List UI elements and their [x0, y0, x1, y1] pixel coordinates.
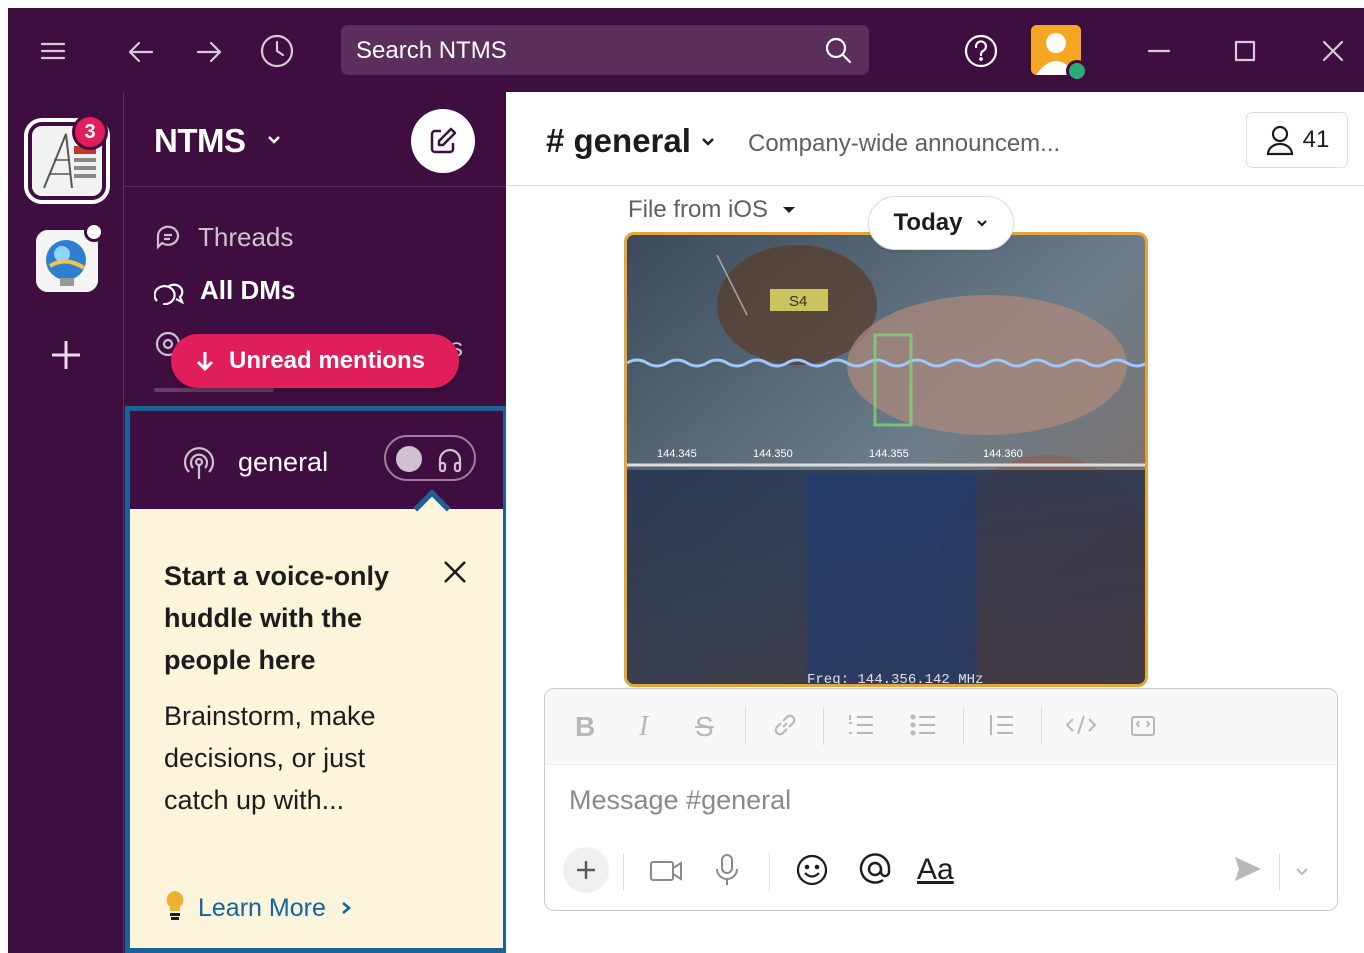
forward-arrow-icon[interactable]	[191, 34, 227, 70]
toggle-knob	[396, 446, 422, 472]
caret-down-icon	[783, 207, 796, 213]
chevron-right-icon	[340, 894, 352, 923]
lightbulb-icon	[164, 889, 186, 928]
help-icon[interactable]	[962, 32, 1000, 70]
channel-name-label: general	[238, 447, 329, 477]
learn-more-label: Learn More	[198, 894, 326, 922]
channel-sidebar: NTMS Threads All DMs s Unread mentions g…	[123, 92, 508, 953]
title-bar: Search NTMS	[8, 8, 1364, 92]
sidebar-divider	[124, 186, 507, 187]
sidebar-item-general[interactable]: general	[125, 406, 508, 510]
toolbar-separator	[1279, 853, 1280, 891]
attach-plus-button[interactable]	[563, 847, 609, 893]
photo-tick-label: 144.355	[869, 448, 909, 460]
shared-photo[interactable]: S4 144.345 144.350 144.355 144.360 Freq:…	[624, 232, 1148, 687]
plus-icon	[577, 861, 595, 879]
channel-title[interactable]: # general	[546, 122, 691, 160]
channel-header: # general Company-wide announcem... 41	[506, 92, 1364, 186]
photo-freq-label: Freq: 144.356.142 MHz	[807, 672, 983, 687]
photo-tick-label: 144.360	[983, 448, 1023, 460]
formatting-toggle[interactable]: Aa	[917, 853, 954, 887]
unread-mentions-label: Unread mentions	[229, 347, 426, 374]
unread-mentions-button[interactable]: Unread mentions	[171, 334, 459, 388]
file-source-label[interactable]: File from iOS	[628, 196, 796, 224]
code-icon[interactable]	[1065, 711, 1097, 746]
toolbar-separator	[745, 707, 746, 745]
hamburger-menu-icon[interactable]	[38, 36, 68, 66]
huddle-toggle[interactable]	[384, 435, 476, 481]
video-clip-icon[interactable]	[649, 857, 683, 890]
workspace-activity-dot	[84, 222, 104, 242]
message-input[interactable]: Message #general	[569, 785, 791, 816]
date-divider-pill[interactable]: Today	[868, 196, 1014, 250]
history-clock-icon[interactable]	[258, 32, 296, 70]
bullet-list-icon[interactable]	[909, 711, 937, 746]
search-placeholder: Search NTMS	[356, 37, 507, 64]
search-bar[interactable]: Search NTMS	[341, 25, 869, 75]
sidebar-item-label: All DMs	[200, 275, 296, 305]
compose-icon	[430, 127, 457, 154]
mention-icon[interactable]	[857, 851, 893, 892]
close-window-icon[interactable]	[1318, 36, 1348, 66]
italic-icon[interactable]: I	[639, 711, 648, 743]
headphones-icon	[436, 446, 464, 479]
search-icon[interactable]	[823, 35, 853, 65]
file-source-text: File from iOS	[628, 196, 769, 223]
date-label: Today	[893, 209, 963, 236]
toolbar-separator	[769, 853, 770, 891]
link-icon[interactable]	[771, 711, 799, 746]
workspace-name[interactable]: NTMS	[154, 122, 246, 160]
channel-topic[interactable]: Company-wide announcem...	[748, 130, 1060, 158]
sidebar-item-threads[interactable]: Threads	[154, 222, 293, 253]
tip-body: Brainstorm, make decisions, or just catc…	[164, 701, 376, 815]
member-count: 41	[1302, 126, 1330, 153]
formatting-toolbar: B I S	[545, 689, 1337, 765]
compose-button[interactable]	[411, 109, 475, 173]
photo-tick-label: 144.345	[657, 448, 697, 460]
toolbar-separator	[1041, 707, 1042, 745]
send-icon[interactable]	[1233, 855, 1263, 888]
bold-icon[interactable]: B	[575, 711, 595, 743]
minimize-icon[interactable]	[1144, 36, 1174, 66]
workspace-badge: 3	[72, 114, 108, 150]
main-pane: # general Company-wide announcem... 41 F…	[506, 92, 1364, 953]
huddle-tip-popover: Start a voice-only huddle with the peopl…	[125, 489, 508, 953]
presence-indicator	[1066, 60, 1088, 82]
huddle-channel-icon	[182, 447, 216, 486]
ordered-list-icon[interactable]	[847, 711, 875, 746]
add-workspace-icon[interactable]	[48, 337, 84, 373]
send-options-chevron-icon[interactable]	[1295, 865, 1309, 883]
microphone-icon[interactable]	[713, 853, 741, 892]
sidebar-item-label: Threads	[198, 222, 294, 252]
sidebar-item-all-dms[interactable]: All DMs	[154, 275, 295, 306]
code-block-icon[interactable]	[1129, 711, 1157, 746]
close-icon[interactable]	[442, 559, 468, 590]
chevron-down-icon	[977, 220, 988, 227]
tip-title: Start a voice-only huddle with the peopl…	[164, 561, 390, 675]
photo-tick-label: 144.350	[753, 448, 793, 460]
toolbar-separator	[623, 853, 624, 891]
members-button[interactable]: 41	[1246, 112, 1348, 168]
chevron-down-icon[interactable]	[266, 132, 282, 148]
photo-signal-label: S4	[789, 293, 807, 310]
threads-icon	[156, 225, 180, 250]
emoji-icon[interactable]	[795, 853, 829, 892]
strikethrough-icon[interactable]: S	[695, 711, 714, 743]
dms-icon	[154, 283, 184, 305]
toolbar-separator	[823, 707, 824, 745]
toolbar-separator	[963, 707, 964, 745]
member-icon	[1266, 125, 1293, 156]
blockquote-icon[interactable]	[987, 711, 1015, 746]
arrow-down-icon	[196, 352, 214, 372]
message-composer: B I S Message #general Aa	[544, 688, 1338, 911]
workspace-rail: 3	[8, 92, 123, 953]
maximize-icon[interactable]	[1230, 36, 1260, 66]
chevron-down-icon[interactable]	[700, 134, 716, 155]
learn-more-link[interactable]: Learn More	[164, 889, 352, 928]
back-arrow-icon[interactable]	[123, 34, 159, 70]
